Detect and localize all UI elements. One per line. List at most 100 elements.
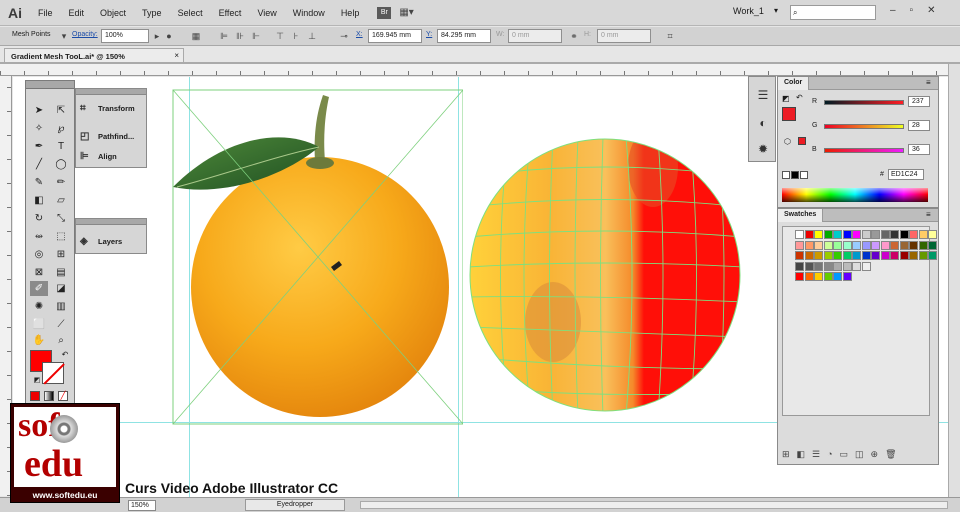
horizontal-ruler[interactable] <box>0 64 948 76</box>
fill-color-swatch[interactable] <box>782 107 796 121</box>
blend-tool-icon[interactable]: ◪ <box>52 281 70 296</box>
height-field[interactable]: 0 mm <box>597 29 651 43</box>
appearance-icon[interactable]: ◐ <box>755 115 771 131</box>
menu-edit[interactable]: Edit <box>61 8 93 18</box>
swatch-panel-actions[interactable]: ⊞◧☰◔▭◫⊕🗑 <box>782 449 904 460</box>
transform-panel-button[interactable]: ⌗ Transform <box>80 100 135 116</box>
reference-point-icon[interactable]: ⊸ <box>338 30 350 42</box>
align-bottom-icon[interactable]: ⊥ <box>306 30 318 42</box>
blue-field[interactable]: 36 <box>908 144 930 155</box>
x-label[interactable]: X: <box>356 31 363 38</box>
swatch-chip[interactable] <box>899 240 909 250</box>
white-color-swatch[interactable] <box>800 171 808 179</box>
hex-field[interactable]: ED1C24 <box>888 169 924 180</box>
swatch-chip[interactable] <box>814 240 823 250</box>
swatch-chip[interactable] <box>814 272 823 281</box>
swatch-chip[interactable] <box>861 240 871 250</box>
swatch-chip[interactable] <box>890 240 899 250</box>
menu-window[interactable]: Window <box>285 8 333 18</box>
swatch-chip[interactable] <box>909 230 918 239</box>
swatch-chip[interactable] <box>871 251 880 260</box>
menu-effect[interactable]: Effect <box>211 8 250 18</box>
width-tool-icon[interactable]: ⥈ <box>30 229 48 244</box>
swatch-chip[interactable] <box>890 251 899 260</box>
menu-icon[interactable]: ☰ <box>755 87 771 103</box>
swatch-chip[interactable] <box>823 272 833 281</box>
selection-tool-icon[interactable]: ➤ <box>30 103 48 118</box>
search-input[interactable]: ⌕ <box>790 5 876 20</box>
gradient-tool-icon[interactable]: ▤ <box>52 265 70 280</box>
swatch-chip[interactable] <box>928 240 937 250</box>
eyedropper-tool-icon[interactable]: ✐ <box>30 281 48 296</box>
swatch-chip[interactable] <box>852 240 861 250</box>
swatch-chip[interactable] <box>918 240 928 250</box>
pathfinder-panel-button[interactable]: ◰ Pathfind... <box>80 128 134 144</box>
transform-icon[interactable]: ⌗ <box>664 30 676 42</box>
document-tab[interactable]: Gradient Mesh TooL.ai* @ 150% (RGB/Previ… <box>4 48 184 70</box>
align-left-icon[interactable]: ⊫ <box>218 30 230 42</box>
ellipse-tool-icon[interactable]: ◯ <box>52 157 70 172</box>
swatch-chip[interactable] <box>852 230 861 239</box>
swatch-chip[interactable] <box>823 261 833 271</box>
swatch-chip[interactable] <box>928 251 937 260</box>
line-tool-icon[interactable]: ╱ <box>30 157 48 172</box>
zoom-tool-icon[interactable]: ⌕ <box>52 333 70 348</box>
magic-wand-icon[interactable]: ✧ <box>30 121 48 136</box>
type-tool-icon[interactable]: T <box>52 139 70 154</box>
swatch-chip[interactable] <box>842 272 852 281</box>
workspace-switcher[interactable]: Work_1 <box>733 6 764 16</box>
chevron-down-icon[interactable]: ▾ <box>58 30 70 42</box>
swatch-chip[interactable] <box>814 261 823 271</box>
status-current-tool[interactable]: Eyedropper <box>245 499 345 511</box>
align-grid-icon[interactable]: ▦ <box>190 30 202 42</box>
swatch-chip[interactable] <box>833 240 842 250</box>
swatch-chip[interactable] <box>890 230 899 239</box>
tab-color[interactable]: Color <box>778 77 810 90</box>
green-slider[interactable] <box>824 124 904 129</box>
swatch-chip[interactable] <box>804 261 814 271</box>
swatch-chip[interactable] <box>833 261 842 271</box>
panel-menu-icon[interactable]: ≡ <box>926 210 931 219</box>
menu-file[interactable]: File <box>30 8 61 18</box>
eraser-icon[interactable]: ▱ <box>52 193 70 208</box>
recolor-icon[interactable]: ● <box>163 30 175 42</box>
align-top-icon[interactable]: ⊤ <box>274 30 286 42</box>
close-icon[interactable]: × <box>174 51 179 60</box>
free-transform-icon[interactable]: ⬚ <box>52 229 70 244</box>
opacity-field[interactable]: 100% <box>101 29 149 43</box>
swatch-chip[interactable] <box>833 230 842 239</box>
swatch-chip[interactable] <box>899 251 909 260</box>
swatch-chip[interactable] <box>880 251 890 260</box>
blob-brush-icon[interactable]: ◧ <box>30 193 48 208</box>
swatch-chip[interactable] <box>814 251 823 260</box>
lasso-icon[interactable]: ℘ <box>52 121 70 136</box>
perspective-grid-icon[interactable]: ⊞ <box>52 247 70 262</box>
swatch-chip[interactable] <box>842 240 852 250</box>
panel-grip[interactable] <box>76 219 146 225</box>
swatch-chip[interactable] <box>842 261 852 271</box>
orange-image[interactable] <box>153 87 463 427</box>
default-colors-icon[interactable]: ◩ <box>782 94 790 103</box>
out-of-gamut-icon[interactable]: ⬡ <box>784 137 791 146</box>
swatch-chip[interactable] <box>833 251 842 260</box>
swatch-chip[interactable] <box>918 251 928 260</box>
panel-grip[interactable] <box>26 81 74 89</box>
panel-menu-icon[interactable]: ≡ <box>926 78 931 87</box>
swatch-chip[interactable] <box>928 230 937 239</box>
swatch-chip[interactable] <box>861 251 871 260</box>
none-color-swatch[interactable] <box>782 171 790 179</box>
gradient-mesh-object[interactable] <box>468 137 743 415</box>
swatch-chip[interactable] <box>842 230 852 239</box>
gradient-mode-icon[interactable] <box>44 391 54 401</box>
swatch-chip[interactable] <box>804 251 814 260</box>
artboard-tool-icon[interactable]: ⬜ <box>30 317 48 332</box>
opacity-label[interactable]: Opacity: <box>72 31 98 38</box>
swap-colors-icon[interactable]: ↶ <box>796 93 803 102</box>
red-field[interactable]: 237 <box>908 96 930 107</box>
y-label[interactable]: Y: <box>426 31 432 38</box>
column-graph-icon[interactable]: ▥ <box>52 299 70 314</box>
color-spectrum[interactable] <box>782 188 928 202</box>
swap-fill-stroke-icon[interactable]: ↶ <box>56 347 74 362</box>
menu-type[interactable]: Type <box>134 8 170 18</box>
swatch-chip[interactable] <box>795 261 804 271</box>
